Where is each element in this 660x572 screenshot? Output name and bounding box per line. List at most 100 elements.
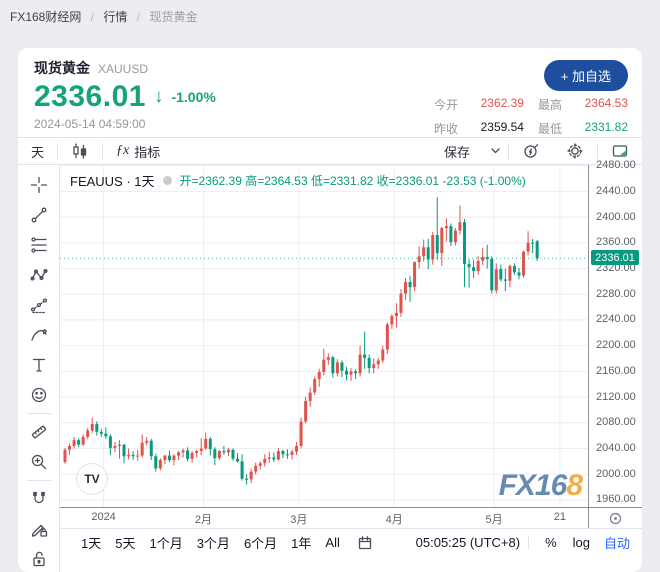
pattern-tool-button[interactable]: [24, 260, 54, 290]
breadcrumb: FX168财经网 / 行情 / 现货黄金: [10, 8, 197, 25]
stat-prevclose-value: 2359.54: [480, 120, 524, 134]
breadcrumb-home[interactable]: FX168财经网: [10, 10, 81, 24]
tools-divider: [26, 413, 51, 414]
forecast-icon: [30, 298, 47, 314]
brush-icon: [30, 329, 47, 341]
price-tick-label: 2160.00: [596, 364, 636, 377]
crosshair-icon: [30, 176, 47, 194]
axis-corner-button[interactable]: [588, 508, 642, 528]
breadcrumb-separator: /: [136, 10, 141, 24]
goto-date-button[interactable]: [357, 535, 373, 551]
market-status-dot: [162, 176, 172, 185]
time-tick-label: 21: [553, 511, 566, 523]
stat-open-value: 2362.39: [480, 96, 524, 110]
time-tick-label: 2月: [194, 514, 213, 526]
instrument-symbol: XAUUSD: [98, 62, 149, 76]
forecast-tool-button[interactable]: [24, 290, 54, 320]
snapshot-button[interactable]: [509, 138, 553, 164]
stat-prevclose-label: 昨收: [433, 122, 458, 136]
time-axis-row: 2024 2月 3月 4月 5月 21: [60, 507, 642, 528]
pencil-lock-icon: [31, 524, 47, 537]
trend-line-tool-button[interactable]: [24, 200, 54, 230]
add-watchlist-button[interactable]: + 加自选: [543, 60, 628, 91]
percent-scale-toggle[interactable]: %: [537, 535, 565, 550]
emoji-tool-button[interactable]: [24, 380, 54, 410]
time-tick-label: 2024: [91, 511, 116, 523]
save-menu-button[interactable]: [483, 138, 508, 164]
tools-divider: [26, 480, 51, 481]
xabcd-pattern-icon: [29, 268, 48, 281]
chevron-down-icon: [491, 148, 500, 154]
time-tick-label: 5月: [485, 514, 503, 526]
range-5d-button[interactable]: 5天: [108, 533, 142, 552]
fx-icon: ƒx: [116, 143, 130, 158]
snapshot-icon: [524, 144, 539, 158]
last-price: 2336.01: [34, 80, 146, 113]
current-price-label: 2336.01: [591, 250, 639, 266]
stat-open-label: 今开: [433, 98, 458, 112]
time-tick-label: 3月: [290, 514, 308, 526]
drawing-toolbar: [18, 165, 60, 572]
text-icon: [32, 358, 45, 372]
drawing-mode-lock-button[interactable]: [24, 514, 54, 544]
crosshair-tool-button[interactable]: [24, 170, 54, 200]
stat-high-label: 最高: [537, 98, 562, 112]
indicators-button[interactable]: ƒx 指标: [103, 138, 173, 164]
log-scale-toggle[interactable]: log: [565, 535, 598, 550]
price-tick-label: 2240.00: [596, 313, 636, 326]
price-tick-label: 2360.00: [596, 236, 636, 249]
price-tick-label: 2480.00: [596, 159, 636, 172]
ruler-icon: [31, 425, 46, 439]
save-label: 保存: [443, 144, 470, 160]
time-tick-label: 4月: [385, 514, 403, 526]
chart-widget-body: FEAUUS · 1天 开=2362.39 高=2364.53 低=2331.8…: [18, 159, 642, 572]
unlock-icon: [32, 551, 45, 567]
lock-all-button[interactable]: [24, 544, 54, 572]
fullscreen-icon: [612, 145, 628, 157]
crosshair-target-icon: [609, 512, 622, 524]
price-tick-label: 2280.00: [596, 287, 636, 300]
candlestick-svg: [60, 165, 588, 507]
magnet-tool-button[interactable]: [24, 484, 54, 514]
text-tool-button[interactable]: [24, 350, 54, 380]
chart-toolbar: 天 ƒx 指标 保存: [18, 137, 642, 165]
price-tick-label: 2040.00: [596, 442, 636, 454]
calendar-icon: [358, 535, 372, 549]
price-tick-label: 2080.00: [596, 416, 636, 429]
interval-button[interactable]: 天: [18, 138, 57, 164]
quote-card: 现货黄金 XAUUSD 2336.01 ↓ -1.00% 2024-05-14 …: [18, 48, 642, 572]
range-3m-button[interactable]: 3个月: [190, 533, 237, 552]
range-6m-button[interactable]: 6个月: [237, 533, 284, 552]
price-axis[interactable]: 2480.00 2440.00 2400.00 2360.00 2320.00 2280.…: [588, 159, 642, 507]
emoji-icon: [31, 387, 46, 403]
breadcrumb-quotes[interactable]: 行情: [103, 10, 127, 24]
range-all-button[interactable]: All: [318, 535, 346, 550]
price-down-arrow-icon: ↓: [153, 86, 164, 107]
change-percent: -1.00%: [171, 89, 216, 105]
range-1d-button[interactable]: 1天: [74, 533, 108, 552]
price-tick-label: 2400.00: [596, 210, 636, 223]
settings-button[interactable]: [553, 138, 597, 164]
breadcrumb-separator: /: [90, 10, 95, 24]
auto-scale-toggle[interactable]: 自动: [598, 533, 632, 552]
time-axis[interactable]: 2024 2月 3月 4月 5月 21: [60, 508, 588, 528]
stat-high-value: 2364.53: [584, 96, 628, 110]
range-1m-button[interactable]: 1个月: [142, 533, 189, 552]
breadcrumb-current: 现货黄金: [149, 10, 198, 24]
chart-style-button[interactable]: [58, 138, 102, 164]
zoom-in-tool-button[interactable]: [24, 447, 54, 477]
bottom-toolbar: 1天 5天 1个月 3个月 6个月 1年 All 05:05:25 (UTC+8…: [60, 528, 642, 556]
fib-retracement-tool-button[interactable]: [24, 230, 54, 260]
legend-symbol-interval: FEAUUS · 1天: [70, 174, 155, 189]
fx168-watermark: FX168: [498, 469, 583, 502]
chart-canvas[interactable]: FEAUUS · 1天 开=2362.39 高=2364.53 低=2331.8…: [60, 165, 588, 507]
magnet-icon: [32, 491, 45, 504]
range-1y-button[interactable]: 1年: [284, 533, 318, 552]
clock-time[interactable]: 05:05:25 (UTC+8): [416, 535, 520, 550]
stat-low-label: 最低: [537, 122, 562, 136]
save-button[interactable]: 保存: [431, 138, 483, 164]
brush-tool-button[interactable]: [24, 320, 54, 350]
measure-tool-button[interactable]: [24, 417, 54, 447]
price-tick-label: 2440.00: [596, 184, 636, 197]
tradingview-logo[interactable]: TV: [76, 463, 108, 495]
